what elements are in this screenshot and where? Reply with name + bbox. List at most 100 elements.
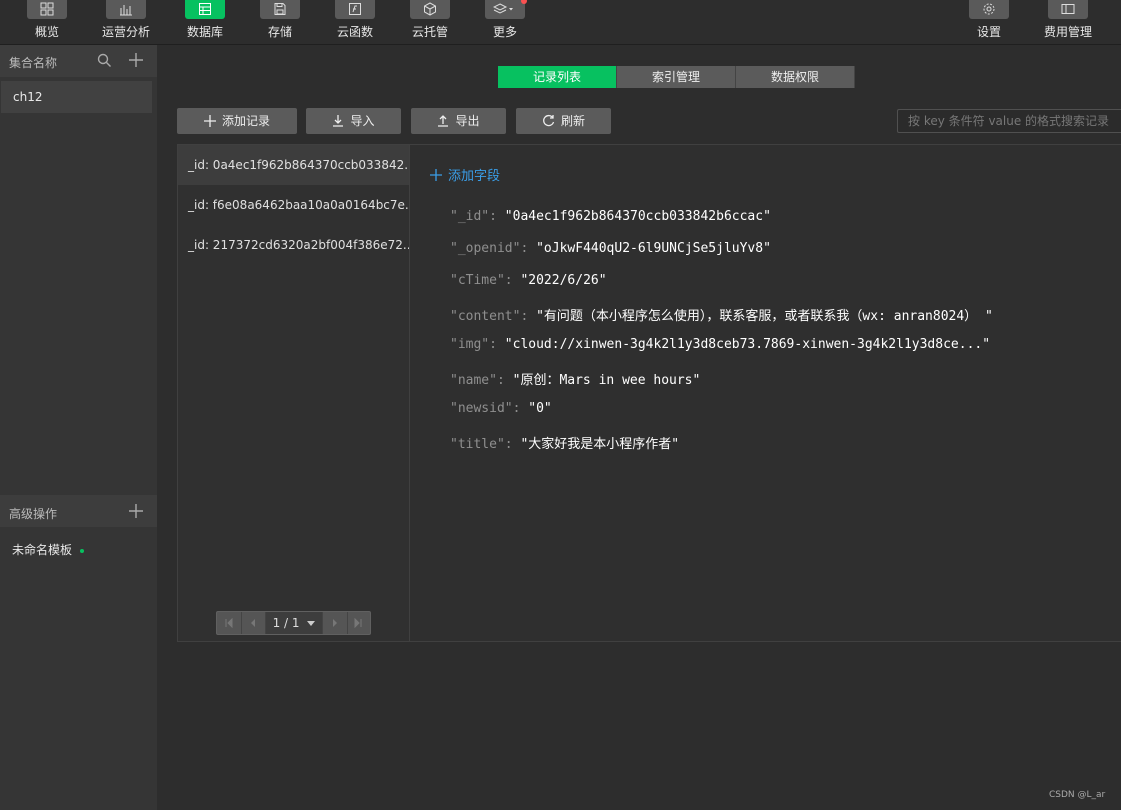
prev-page-icon — [251, 619, 255, 627]
record-item[interactable]: _id: 217372cd6320a2bf004f386e72... — [178, 225, 409, 265]
toolbar-database[interactable]: 数据库 — [170, 0, 240, 40]
toolbar-analytics[interactable]: 运营分析 — [91, 0, 161, 40]
field-row[interactable]: "_openid": "oJkwF440qU2-6l9UNCjSe5jluYv8… — [450, 241, 771, 256]
first-page-icon — [225, 618, 233, 628]
tab-record-list[interactable]: 记录列表 — [498, 66, 617, 88]
advanced-operations-title: 高级操作 — [9, 507, 58, 521]
field-row[interactable]: "newsid": "0" — [450, 401, 552, 416]
collection-item[interactable]: ch12 — [1, 81, 152, 113]
record-item[interactable]: _id: f6e08a6462baa10a0a0164bc7e... — [178, 185, 409, 225]
storage-icon — [260, 0, 300, 19]
field-value: "2022/6/26" — [520, 273, 607, 288]
field-key: "content" — [450, 309, 521, 324]
cube-icon — [410, 0, 450, 19]
toolbar-billing[interactable]: 费用管理 — [1033, 0, 1103, 40]
field-key: "title" — [450, 437, 505, 452]
status-dot — [80, 548, 85, 553]
notification-dot — [521, 0, 527, 4]
toolbar-cloud-function[interactable]: 云函数 — [320, 0, 390, 40]
add-field-button[interactable]: 添加字段 — [430, 165, 500, 184]
toolbar-more[interactable]: 更多 — [470, 0, 540, 40]
pagination: 1 / 1 — [216, 611, 371, 635]
gear-icon — [969, 0, 1009, 19]
field-row[interactable]: "title": "大家好我是本小程序作者" — [450, 433, 679, 452]
advanced-operations-header: 高级操作 — [0, 495, 157, 527]
chevron-down-icon — [307, 621, 316, 626]
upload-icon — [438, 115, 449, 127]
field-value: "有问题（本小程序怎么使用），联系客服，或者联系我（wx: anran8024）… — [536, 309, 993, 324]
field-value: "oJkwF440qU2-6l9UNCjSe5jluYv8" — [536, 241, 771, 256]
field-row[interactable]: "img": "cloud://xinwen-3g4k2l1y3d8ceb73.… — [450, 337, 990, 352]
add-collection-icon[interactable] — [128, 52, 144, 72]
records-panel: _id: 0a4ec1f962b864370ccb033842... _id: … — [177, 144, 1121, 642]
field-key: "_openid" — [450, 241, 521, 256]
search-icon[interactable] — [97, 53, 112, 72]
toolbar-label: 运营分析 — [101, 25, 150, 39]
next-page-icon — [333, 619, 337, 627]
toolbar-label: 存储 — [267, 25, 292, 39]
download-icon — [333, 115, 344, 127]
prev-page-button[interactable] — [241, 612, 266, 634]
last-page-button[interactable] — [346, 612, 370, 634]
last-page-icon — [354, 618, 362, 628]
record-item[interactable]: _id: 0a4ec1f962b864370ccb033842... — [178, 145, 409, 185]
add-record-button[interactable]: 添加记录 — [177, 108, 297, 134]
export-label: 导出 — [455, 114, 480, 128]
database-icon — [185, 0, 225, 19]
toolbar-label: 云函数 — [336, 25, 373, 39]
field-row[interactable]: "name": "原创：Mars in wee hours" — [450, 369, 700, 388]
add-template-icon[interactable] — [128, 503, 144, 523]
toolbar-settings[interactable]: 设置 — [954, 0, 1024, 40]
toolbar-label: 费用管理 — [1043, 25, 1092, 39]
top-toolbar: 概览 运营分析 数据库 存储 云函数 云托管 更多 设置 费用管理 — [0, 0, 1121, 45]
page-indicator: 1 / 1 — [272, 616, 300, 630]
field-key: "newsid" — [450, 401, 513, 416]
toolbar-storage[interactable]: 存储 — [245, 0, 315, 40]
field-row[interactable]: "content": "有问题（本小程序怎么使用），联系客服，或者联系我（wx:… — [450, 305, 993, 324]
chart-icon — [106, 0, 146, 19]
layers-icon — [485, 0, 527, 19]
field-key: "cTime" — [450, 273, 505, 288]
template-item[interactable]: 未命名模板 — [12, 541, 85, 558]
field-value: "0" — [528, 401, 552, 416]
field-key: "name" — [450, 373, 497, 388]
first-page-button[interactable] — [217, 612, 242, 634]
function-icon — [335, 0, 375, 19]
tab-index-management[interactable]: 索引管理 — [617, 66, 736, 88]
toolbar-overview[interactable]: 概览 — [12, 0, 82, 40]
tab-data-permissions[interactable]: 数据权限 — [736, 66, 855, 88]
import-button[interactable]: 导入 — [306, 108, 401, 134]
import-label: 导入 — [350, 114, 375, 128]
collection-header: 集合名称 — [0, 45, 157, 77]
field-row[interactable]: "cTime": "2022/6/26" — [450, 273, 607, 288]
plus-icon — [430, 169, 442, 181]
page-select[interactable]: 1 / 1 — [266, 612, 322, 634]
refresh-button[interactable]: 刷新 — [516, 108, 611, 134]
toolbar-label: 云托管 — [411, 25, 448, 39]
toolbar-label: 设置 — [976, 25, 1001, 39]
refresh-icon — [543, 114, 555, 127]
field-value: "cloud://xinwen-3g4k2l1y3d8ceb73.7869-xi… — [504, 337, 991, 352]
field-value: "原创：Mars in wee hours" — [512, 373, 701, 388]
record-detail: 添加字段 "_id": "0a4ec1f962b864370ccb033842b… — [410, 145, 1120, 641]
watermark: CSDN @L_ar — [1049, 790, 1106, 800]
plus-icon — [203, 115, 216, 127]
field-value: "0a4ec1f962b864370ccb033842b6ccac" — [504, 209, 771, 224]
export-button[interactable]: 导出 — [411, 108, 506, 134]
field-key: "_id" — [450, 209, 490, 224]
next-page-button[interactable] — [322, 612, 348, 634]
add-field-label: 添加字段 — [448, 169, 501, 184]
field-key: "img" — [450, 337, 490, 352]
field-row[interactable]: "_id": "0a4ec1f962b864370ccb033842b6ccac… — [450, 209, 771, 224]
add-record-label: 添加记录 — [221, 114, 270, 128]
collection-sidebar: 集合名称 ch12 高级操作 未命名模板 — [0, 45, 157, 810]
record-search-input[interactable] — [898, 110, 1118, 132]
collection-header-title: 集合名称 — [9, 56, 58, 70]
refresh-label: 刷新 — [560, 114, 585, 128]
billing-icon — [1048, 0, 1088, 19]
template-name: 未命名模板 — [12, 543, 73, 557]
collection-name: ch12 — [13, 90, 43, 104]
record-list: _id: 0a4ec1f962b864370ccb033842... _id: … — [178, 145, 410, 641]
toolbar-label: 数据库 — [186, 25, 223, 39]
toolbar-cloud-hosting[interactable]: 云托管 — [395, 0, 465, 40]
